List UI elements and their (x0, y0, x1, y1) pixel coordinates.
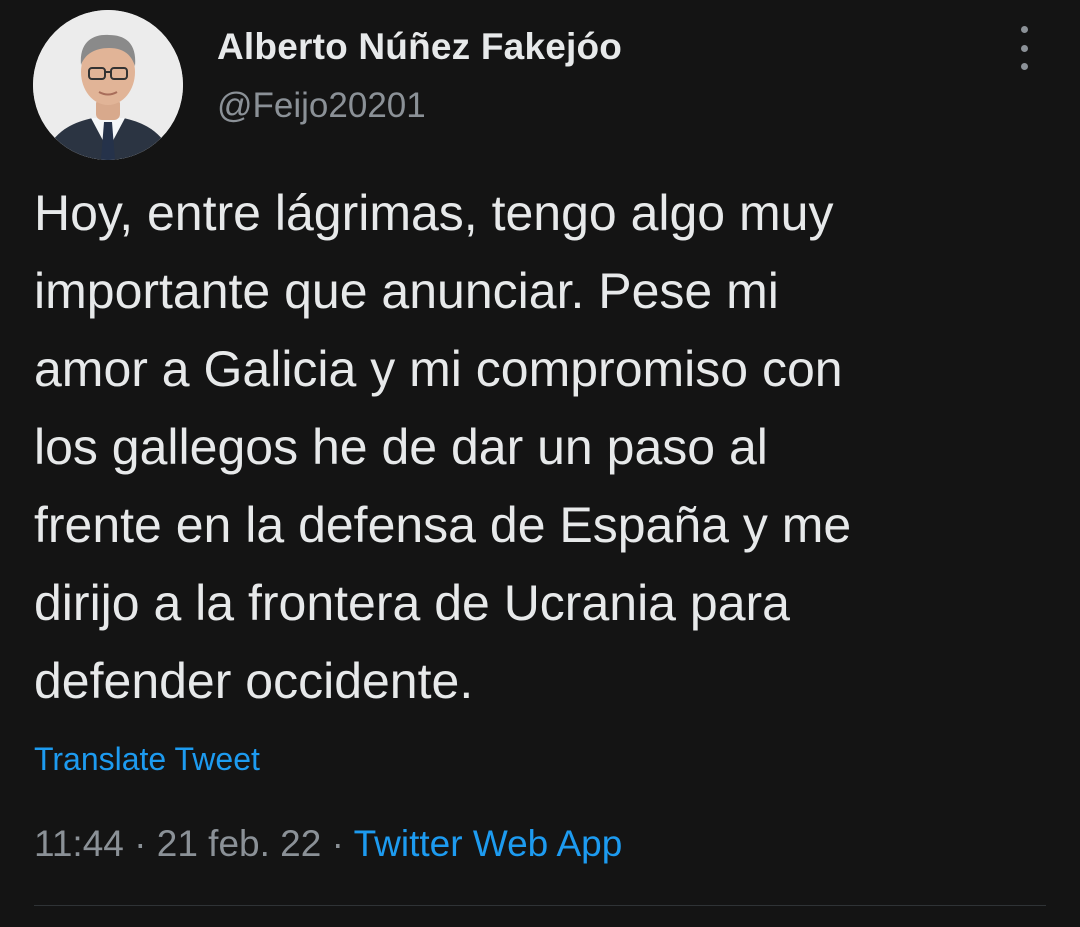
tweet-text-line: defender occidente. (34, 653, 474, 709)
dot (1020, 26, 1028, 33)
tweet-date[interactable]: 21 feb. 22 (157, 823, 322, 864)
dot (1020, 44, 1028, 52)
author-display-name[interactable]: Alberto Núñez Fakejóo (217, 26, 622, 68)
avatar[interactable] (33, 10, 183, 160)
tweet-metadata: 11:44 · 21 feb. 22 · Twitter Web App (34, 823, 622, 865)
dot (1020, 63, 1028, 70)
translate-tweet-link[interactable]: Translate Tweet (34, 741, 260, 778)
separator: · (331, 823, 344, 864)
tweet-text-line: los gallegos he de dar un paso al (34, 419, 768, 475)
tweet-text-line: importante que anunciar. Pese mi (34, 263, 779, 319)
tweet-text-line: dirijo a la frontera de Ucrania para (34, 575, 790, 631)
tweet-source-link[interactable]: Twitter Web App (354, 823, 623, 864)
tweet-time[interactable]: 11:44 (34, 823, 124, 864)
tweet-text: Hoy, entre lágrimas, tengo algo muy impo… (34, 174, 1054, 720)
divider (34, 905, 1046, 906)
separator: · (134, 823, 147, 864)
profile-photo-icon (33, 10, 183, 160)
author-handle[interactable]: @Feijo20201 (217, 86, 426, 126)
tweet-text-line: frente en la defensa de España y me (34, 497, 852, 553)
tweet-text-line: amor a Galicia y mi compromiso con (34, 341, 843, 397)
more-vertical-icon[interactable] (1006, 26, 1042, 70)
tweet-text-line: Hoy, entre lágrimas, tengo algo muy (34, 185, 834, 241)
tweet: Alberto Núñez Fakejóo @Feijo20201 Hoy, e… (0, 0, 1080, 927)
